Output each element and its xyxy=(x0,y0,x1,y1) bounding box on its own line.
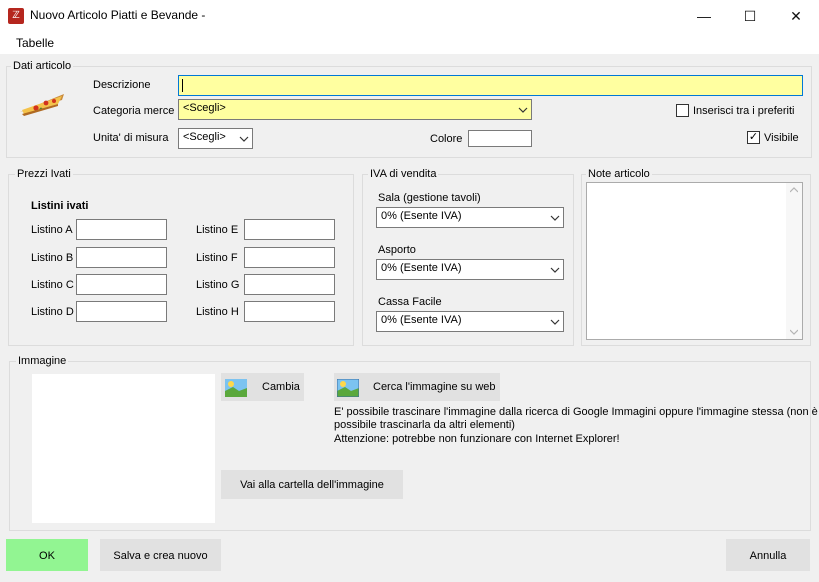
chevron-down-icon xyxy=(550,267,560,273)
note-label: Note articolo xyxy=(586,168,652,180)
chevron-down-icon xyxy=(518,107,528,113)
listino-h-label: Listino H xyxy=(196,306,239,318)
visibile-checkbox[interactable]: ✓ xyxy=(747,131,760,144)
menu-item-tabelle[interactable]: Tabelle xyxy=(16,36,54,50)
descrizione-label: Descrizione xyxy=(93,79,151,91)
listino-e-input[interactable] xyxy=(244,219,335,240)
asporto-label: Asporto xyxy=(378,244,416,256)
immagine-label: Immagine xyxy=(16,355,69,367)
unita-value: <Scegli> xyxy=(183,131,226,143)
unita-select[interactable]: <Scegli> xyxy=(178,128,253,149)
cerca-web-button[interactable]: Cerca l'immagine su web xyxy=(334,373,500,401)
listino-a-label: Listino A xyxy=(31,224,73,236)
preferiti-checkbox[interactable] xyxy=(676,104,689,117)
chevron-down-icon xyxy=(239,136,249,142)
unita-label: Unita' di misura xyxy=(93,132,169,144)
image-icon xyxy=(225,379,247,397)
cassa-iva-select[interactable]: 0% (Esente IVA) xyxy=(376,311,564,332)
cassa-label: Cassa Facile xyxy=(378,296,442,308)
colore-input[interactable] xyxy=(468,130,532,147)
listino-g-input[interactable] xyxy=(244,274,335,295)
sala-iva-value: 0% (Esente IVA) xyxy=(381,210,462,222)
ok-button[interactable]: OK xyxy=(6,539,88,571)
sala-label: Sala (gestione tavoli) xyxy=(378,192,481,204)
listini-heading: Listini ivati xyxy=(31,200,89,212)
iva-label: IVA di vendita xyxy=(368,168,439,180)
sala-iva-select[interactable]: 0% (Esente IVA) xyxy=(376,207,564,228)
vai-cartella-button[interactable]: Vai alla cartella dell'immagine xyxy=(221,470,403,499)
categoria-label: Categoria merce xyxy=(93,105,175,117)
listino-b-label: Listino B xyxy=(31,252,74,264)
listino-e-label: Listino E xyxy=(196,224,239,236)
menu-bar xyxy=(0,32,819,54)
listino-a-input[interactable] xyxy=(76,219,167,240)
web-image-icon xyxy=(337,379,359,397)
preferiti-label: Inserisci tra i preferiti xyxy=(693,105,795,117)
app-icon: ℤ xyxy=(8,8,24,24)
chevron-down-icon xyxy=(550,319,560,325)
asporto-iva-value: 0% (Esente IVA) xyxy=(381,262,462,274)
chevron-down-icon xyxy=(550,215,560,221)
cambia-label: Cambia xyxy=(262,381,300,393)
listino-f-input[interactable] xyxy=(244,247,335,268)
cambia-button[interactable]: Cambia xyxy=(221,373,304,401)
categoria-select[interactable]: <Scegli> xyxy=(178,99,532,120)
scroll-up-icon[interactable] xyxy=(790,187,798,193)
asporto-iva-select[interactable]: 0% (Esente IVA) xyxy=(376,259,564,280)
salva-crea-nuovo-button[interactable]: Salva e crea nuovo xyxy=(100,539,221,571)
check-icon: ✓ xyxy=(748,131,759,143)
cassa-iva-value: 0% (Esente IVA) xyxy=(381,314,462,326)
dati-articolo-label: Dati articolo xyxy=(11,60,74,72)
drag-info-line-1: E' possibile trascinare l'immagine dalla… xyxy=(334,406,818,418)
note-scrollbar[interactable] xyxy=(786,183,802,339)
annulla-label: Annulla xyxy=(749,550,787,562)
window-title: Nuovo Articolo Piatti e Bevande - xyxy=(30,8,206,22)
minimize-button[interactable]: — xyxy=(681,0,727,32)
categoria-value: <Scegli> xyxy=(183,102,226,114)
listino-c-input[interactable] xyxy=(76,274,167,295)
note-textarea[interactable] xyxy=(586,182,803,340)
maximize-button[interactable]: ☐ xyxy=(727,0,773,32)
cerca-web-label: Cerca l'immagine su web xyxy=(373,381,496,393)
ie-warning: Attenzione: potrebbe non funzionare con … xyxy=(334,433,620,445)
visibile-label: Visibile xyxy=(764,132,799,144)
prezzi-label: Prezzi Ivati xyxy=(15,168,73,180)
listino-d-label: Listino D xyxy=(31,306,74,318)
descrizione-input[interactable] xyxy=(178,75,803,96)
text-caret xyxy=(182,79,183,92)
listino-b-input[interactable] xyxy=(76,247,167,268)
image-preview[interactable] xyxy=(32,374,215,523)
listino-g-label: Listino G xyxy=(196,279,240,291)
drag-info-line-2: possibile trascinarla da altri elementi) xyxy=(334,419,515,431)
colore-label: Colore xyxy=(430,133,463,145)
scroll-down-icon[interactable] xyxy=(790,329,798,335)
close-button[interactable]: ✕ xyxy=(773,0,819,32)
listino-c-label: Listino C xyxy=(31,279,74,291)
pizza-icon xyxy=(20,94,64,116)
salva-crea-nuovo-label: Salva e crea nuovo xyxy=(113,550,208,562)
ok-label: OK xyxy=(39,550,55,562)
annulla-button[interactable]: Annulla xyxy=(726,539,810,571)
listino-f-label: Listino F xyxy=(196,252,238,264)
listino-d-input[interactable] xyxy=(76,301,167,322)
listino-h-input[interactable] xyxy=(244,301,335,322)
vai-cartella-label: Vai alla cartella dell'immagine xyxy=(240,479,384,491)
